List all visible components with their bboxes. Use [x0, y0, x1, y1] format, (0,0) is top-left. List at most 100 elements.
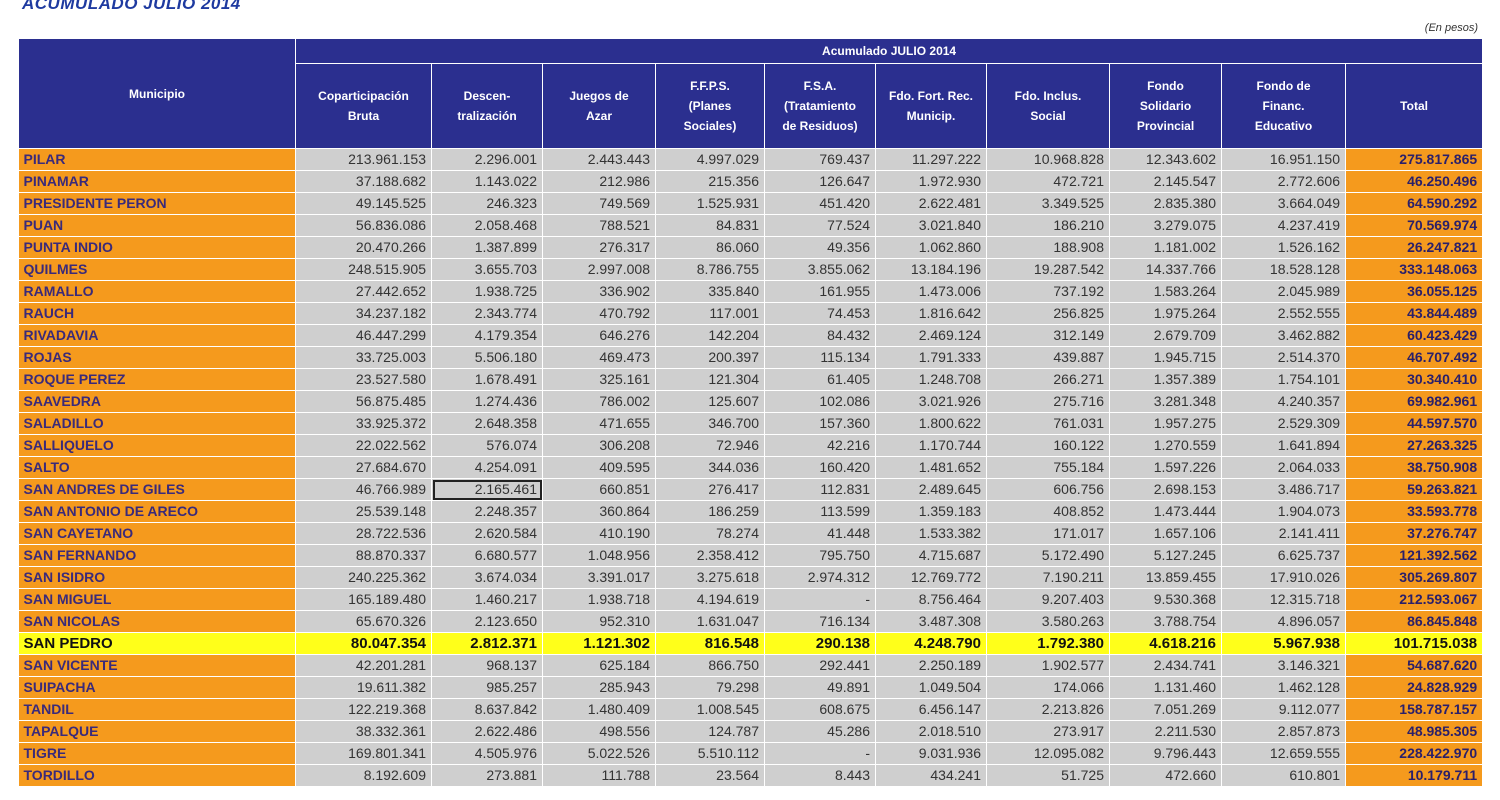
value-cell: 1.631.047 — [655, 610, 765, 633]
value-cell: 2.211.530 — [1109, 720, 1222, 743]
table-header: Municipio Acumulado JULIO 2014 Copartici… — [18, 38, 1484, 149]
value-cell: 2.812.371 — [431, 632, 543, 655]
value-cell: 45.286 — [764, 720, 876, 743]
value-cell: 111.788 — [542, 764, 656, 787]
value-cell: 12.659.555 — [1221, 742, 1346, 765]
value-cell: 2.443.443 — [542, 148, 656, 171]
municipio-cell: SAN PEDRO — [18, 632, 296, 655]
document-title: ACUMULADO JULIO 2014 — [22, 0, 241, 13]
value-cell: 17.910.026 — [1221, 566, 1346, 589]
value-cell: 1.678.491 — [431, 368, 543, 391]
value-cell: 4.254.091 — [431, 456, 543, 479]
value-cell: 2.358.412 — [655, 544, 765, 567]
value-cell: 161.955 — [764, 280, 876, 303]
value-cell: 344.036 — [655, 456, 765, 479]
total-cell: 64.590.292 — [1345, 192, 1484, 215]
value-cell: 12.315.718 — [1221, 588, 1346, 611]
value-cell: 1.462.128 — [1221, 676, 1346, 699]
value-cell: 23.564 — [655, 764, 765, 787]
municipio-cell: PUAN — [18, 214, 296, 237]
value-cell: 3.462.882 — [1221, 324, 1346, 347]
value-cell: 469.473 — [542, 346, 656, 369]
group-header: Acumulado JULIO 2014 — [294, 38, 1484, 64]
value-cell: 18.528.128 — [1221, 258, 1346, 281]
value-cell: 360.864 — [542, 500, 656, 523]
value-cell: 472.660 — [1109, 764, 1222, 787]
value-cell: 74.453 — [764, 302, 876, 325]
value-cell: 1.170.744 — [875, 434, 987, 457]
value-cell: 306.208 — [542, 434, 656, 457]
value-cell: 5.127.245 — [1109, 544, 1222, 567]
total-cell: 305.269.807 — [1345, 566, 1484, 589]
value-cell: 1.359.183 — [875, 500, 987, 523]
total-cell: 212.593.067 — [1345, 588, 1484, 611]
value-cell: 212.986 — [542, 170, 656, 193]
value-cell: 1.975.264 — [1109, 302, 1222, 325]
value-cell: 3.391.017 — [542, 566, 656, 589]
total-cell: 46.707.492 — [1345, 346, 1484, 369]
value-cell: 2.974.312 — [764, 566, 876, 589]
table-row: SAN NICOLAS 65.670.326 2.123.650 952.310 1.6… — [18, 610, 1484, 633]
value-cell: 16.951.150 — [1221, 148, 1346, 171]
value-cell: 576.074 — [431, 434, 543, 457]
value-cell: 33.925.372 — [295, 412, 432, 435]
value-cell: 77.524 — [764, 214, 876, 237]
value-cell: 56.875.485 — [295, 390, 432, 413]
table-body: PILAR 213.961.153 2.296.001 2.443.443 4.997.… — [18, 148, 1484, 787]
value-cell: 240.225.362 — [295, 566, 432, 589]
value-cell: 408.852 — [986, 500, 1110, 523]
value-cell: 42.216 — [764, 434, 876, 457]
value-cell: 2.141.411 — [1221, 522, 1346, 545]
value-cell: 606.756 — [986, 478, 1110, 501]
municipio-cell: SALADILLO — [18, 412, 296, 435]
value-cell: 3.021.926 — [875, 390, 987, 413]
value-cell: 646.276 — [542, 324, 656, 347]
column-header: Fdo. Fort. Rec. Municip. — [875, 63, 987, 149]
total-cell: 26.247.821 — [1345, 236, 1484, 259]
value-cell: 273.917 — [986, 720, 1110, 743]
total-cell: 275.817.865 — [1345, 148, 1484, 171]
value-cell: 1.597.226 — [1109, 456, 1222, 479]
table-row: SAN ISIDRO 240.225.362 3.674.034 3.391.017 3… — [18, 566, 1484, 589]
value-cell: 125.607 — [655, 390, 765, 413]
value-cell: 266.271 — [986, 368, 1110, 391]
table-row: RIVADAVIA 46.447.299 4.179.354 646.276 142.2… — [18, 324, 1484, 347]
value-cell: 115.134 — [764, 346, 876, 369]
value-cell: 6.456.147 — [875, 698, 987, 721]
value-cell: 795.750 — [764, 544, 876, 567]
value-cell: 8.756.464 — [875, 588, 987, 611]
value-cell: 38.332.361 — [295, 720, 432, 743]
value-cell: 142.204 — [655, 324, 765, 347]
value-cell: 1.473.006 — [875, 280, 987, 303]
value-cell: 84.831 — [655, 214, 765, 237]
municipio-cell: RAMALLO — [18, 280, 296, 303]
total-cell: 70.569.974 — [1345, 214, 1484, 237]
value-cell: 749.569 — [542, 192, 656, 215]
value-cell: 312.149 — [986, 324, 1110, 347]
municipio-cell: SUIPACHA — [18, 676, 296, 699]
value-cell: 292.441 — [764, 654, 876, 677]
value-cell: 49.145.525 — [295, 192, 432, 215]
value-cell: 336.902 — [542, 280, 656, 303]
value-cell: 1.902.577 — [986, 654, 1110, 677]
value-cell: 2.018.510 — [875, 720, 987, 743]
value-cell: 28.722.536 — [295, 522, 432, 545]
value-cell: 12.095.082 — [986, 742, 1110, 765]
funds-table: Municipio Acumulado JULIO 2014 Copartici… — [18, 38, 1484, 787]
table-row: SAN FERNANDO 88.870.337 6.680.577 1.048.956… — [18, 544, 1484, 567]
value-cell: 3.146.321 — [1221, 654, 1346, 677]
value-cell: 88.870.337 — [295, 544, 432, 567]
value-cell: 275.716 — [986, 390, 1110, 413]
value-cell: 737.192 — [986, 280, 1110, 303]
table-row: SAN CAYETANO 28.722.536 2.620.584 410.190 78… — [18, 522, 1484, 545]
municipio-cell: SAN MIGUEL — [18, 588, 296, 611]
municipio-cell: SAN ANDRES DE GILES — [18, 478, 296, 501]
value-cell: 1.945.715 — [1109, 346, 1222, 369]
value-cell: 34.237.182 — [295, 302, 432, 325]
total-cell: 37.276.747 — [1345, 522, 1484, 545]
table-row: QUILMES 248.515.905 3.655.703 2.997.008 8.78… — [18, 258, 1484, 281]
value-cell: 6.625.737 — [1221, 544, 1346, 567]
value-cell: 4.179.354 — [431, 324, 543, 347]
value-cell: 1.270.559 — [1109, 434, 1222, 457]
table-row: ROQUE PEREZ 23.527.580 1.678.491 325.161 121… — [18, 368, 1484, 391]
